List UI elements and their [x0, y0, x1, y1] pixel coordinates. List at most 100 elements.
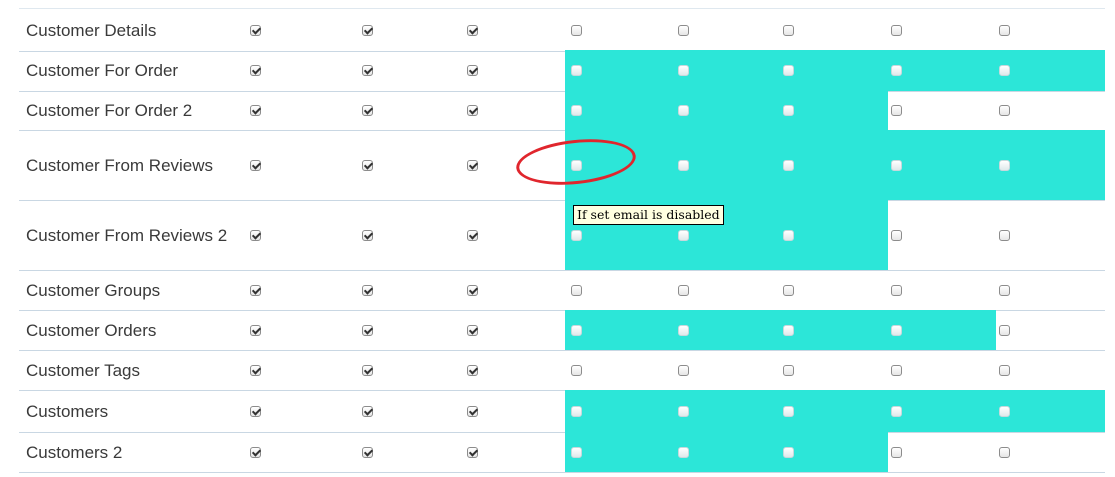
checkbox-unchecked[interactable] — [782, 229, 794, 241]
checkbox-cell — [842, 50, 950, 91]
checkbox-unchecked[interactable] — [890, 24, 902, 36]
checkbox-unchecked[interactable] — [890, 284, 902, 296]
checkbox-unchecked[interactable] — [570, 364, 582, 376]
checkbox-unchecked[interactable] — [677, 364, 689, 376]
checkbox-cell — [313, 270, 421, 310]
checkbox-unchecked[interactable] — [998, 24, 1010, 36]
checkbox-unchecked[interactable] — [782, 105, 794, 116]
checkbox-unchecked[interactable] — [890, 446, 902, 458]
checkbox-cell — [629, 390, 737, 432]
checkbox-checked[interactable] — [361, 446, 373, 458]
checkbox-cell — [842, 310, 950, 350]
checkbox-unchecked[interactable] — [677, 446, 689, 458]
checkbox-checked[interactable] — [466, 324, 478, 336]
checkbox-checked[interactable] — [361, 405, 373, 417]
checkbox-unchecked[interactable] — [782, 405, 794, 417]
checkbox-checked[interactable] — [466, 364, 478, 376]
checkbox-cell — [842, 9, 950, 51]
checkbox-unchecked[interactable] — [782, 159, 794, 171]
checkbox-checked[interactable] — [361, 105, 373, 116]
checkbox-checked[interactable] — [361, 364, 373, 376]
checkbox-unchecked[interactable] — [998, 65, 1010, 76]
checkbox-unchecked[interactable] — [677, 105, 689, 116]
table-row: Customers — [19, 390, 1105, 433]
table-row: Customer Groups — [19, 270, 1105, 311]
checkbox-checked[interactable] — [249, 364, 261, 376]
checkbox-checked[interactable] — [249, 284, 261, 296]
checkbox-unchecked[interactable] — [890, 405, 902, 417]
checkbox-unchecked[interactable] — [890, 229, 902, 241]
checkbox-checked[interactable] — [249, 65, 261, 76]
checkbox-checked[interactable] — [361, 24, 373, 36]
checkbox-cell — [950, 200, 1058, 270]
checkbox-unchecked[interactable] — [570, 105, 582, 116]
checkbox-unchecked[interactable] — [998, 324, 1010, 336]
checkbox-unchecked[interactable] — [677, 159, 689, 171]
checkbox-unchecked[interactable] — [570, 446, 582, 458]
table-row: Customer Tags — [19, 350, 1105, 391]
checkbox-cell — [629, 350, 737, 390]
checkbox-cell — [842, 432, 950, 472]
checkbox-unchecked[interactable] — [998, 364, 1010, 376]
checkbox-unchecked[interactable] — [998, 105, 1010, 116]
checkbox-checked[interactable] — [361, 65, 373, 76]
checkbox-checked[interactable] — [466, 405, 478, 417]
checkbox-unchecked[interactable] — [570, 24, 582, 36]
checkbox-checked[interactable] — [249, 159, 261, 171]
checkbox-unchecked[interactable] — [677, 229, 689, 241]
checkbox-unchecked[interactable] — [890, 105, 902, 116]
checkbox-checked[interactable] — [361, 159, 373, 171]
checkbox-unchecked[interactable] — [782, 284, 794, 296]
checkbox-checked[interactable] — [249, 24, 261, 36]
checkbox-unchecked[interactable] — [570, 65, 582, 76]
checkbox-checked[interactable] — [466, 105, 478, 116]
checkbox-checked[interactable] — [466, 24, 478, 36]
checkbox-unchecked[interactable] — [677, 324, 689, 336]
checkbox-checked[interactable] — [361, 229, 373, 241]
checkbox-unchecked[interactable] — [677, 284, 689, 296]
checkbox-unchecked[interactable] — [782, 446, 794, 458]
checkbox-checked[interactable] — [466, 229, 478, 241]
checkbox-cell — [418, 310, 526, 350]
checkbox-unchecked[interactable] — [782, 24, 794, 36]
checkbox-unchecked[interactable] — [890, 364, 902, 376]
checkbox-unchecked[interactable] — [782, 364, 794, 376]
checkbox-checked[interactable] — [466, 65, 478, 76]
checkbox-cell — [629, 310, 737, 350]
checkbox-unchecked[interactable] — [998, 229, 1010, 241]
checkbox-cell — [950, 50, 1058, 91]
checkbox-unchecked[interactable] — [998, 405, 1010, 417]
checkbox-unchecked[interactable] — [890, 324, 902, 336]
checkbox-cell — [629, 130, 737, 200]
checkbox-checked[interactable] — [466, 446, 478, 458]
checkbox-unchecked[interactable] — [677, 65, 689, 76]
checkbox-unchecked[interactable] — [998, 159, 1010, 171]
checkbox-unchecked[interactable] — [677, 405, 689, 417]
checkbox-unchecked[interactable] — [890, 159, 902, 171]
checkbox-unchecked[interactable] — [570, 405, 582, 417]
checkbox-unchecked[interactable] — [782, 65, 794, 76]
checkbox-checked[interactable] — [361, 324, 373, 336]
checkbox-checked[interactable] — [249, 324, 261, 336]
checkbox-cell — [201, 310, 309, 350]
checkbox-cell — [522, 91, 630, 130]
checkbox-unchecked[interactable] — [570, 229, 582, 241]
checkbox-checked[interactable] — [466, 159, 478, 171]
checkbox-unchecked[interactable] — [570, 284, 582, 296]
checkbox-checked[interactable] — [361, 284, 373, 296]
checkbox-checked[interactable] — [249, 105, 261, 116]
checkbox-checked[interactable] — [249, 446, 261, 458]
checkbox-checked[interactable] — [466, 284, 478, 296]
checkbox-cell — [522, 9, 630, 51]
checkbox-unchecked[interactable] — [782, 324, 794, 336]
checkbox-checked[interactable] — [249, 229, 261, 241]
checkbox-unchecked[interactable] — [998, 446, 1010, 458]
checkbox-unchecked[interactable] — [677, 24, 689, 36]
checkbox-unchecked[interactable] — [570, 324, 582, 336]
checkbox-checked[interactable] — [249, 405, 261, 417]
checkbox-cell — [734, 270, 842, 310]
checkbox-unchecked[interactable] — [890, 65, 902, 76]
checkbox-cell — [950, 91, 1058, 130]
checkbox-unchecked[interactable] — [998, 284, 1010, 296]
checkbox-cell — [201, 50, 309, 91]
